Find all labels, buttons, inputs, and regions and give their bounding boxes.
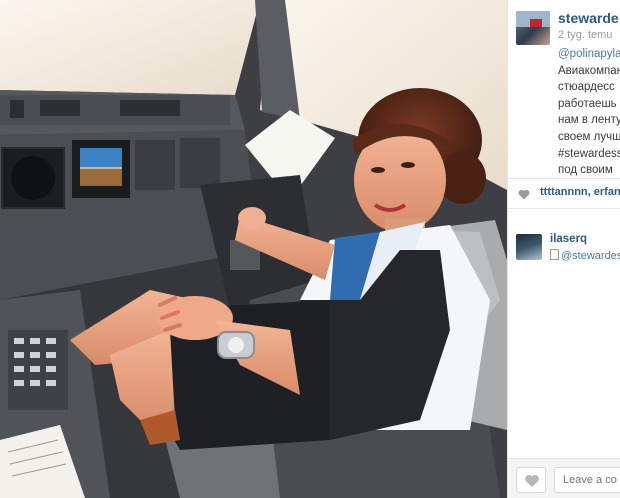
commenter-username[interactable]: ilaserq bbox=[550, 233, 587, 245]
divider bbox=[508, 178, 620, 179]
comment-item: ilaserq @stewardes bbox=[516, 232, 620, 264]
commenter-avatar[interactable] bbox=[516, 234, 542, 260]
like-button[interactable] bbox=[516, 467, 546, 493]
post-header: stewarde 2 tyg. temu bbox=[516, 8, 620, 45]
caption-mention[interactable]: @polinapylae bbox=[558, 46, 620, 63]
caption-line: стюардесс bbox=[558, 81, 615, 94]
caption-line: нам в ленту bbox=[558, 114, 620, 127]
caption-line: своем лучш bbox=[558, 130, 620, 143]
like-heart-icon bbox=[525, 475, 539, 487]
caption-hashtag[interactable]: #stewardess bbox=[558, 146, 620, 163]
comment-mention[interactable]: @stewardes bbox=[561, 250, 620, 262]
author-username[interactable]: stewarde bbox=[558, 10, 619, 26]
post-photo bbox=[0, 0, 507, 498]
post-sidebar: stewarde 2 tyg. temu @polinapylae Авиако… bbox=[507, 0, 620, 498]
caption-line: Авиакомпан bbox=[558, 64, 620, 77]
comment-input[interactable] bbox=[554, 467, 620, 493]
heart-icon bbox=[518, 187, 530, 205]
post-caption: @polinapylae Авиакомпан стюардесс работа… bbox=[558, 46, 620, 179]
likers-list[interactable]: ttttannnn, erfan bbox=[540, 186, 620, 198]
divider bbox=[508, 208, 620, 209]
emoji-placeholder-icon bbox=[550, 249, 559, 260]
caption-line: работаешь bbox=[558, 97, 617, 110]
post-timestamp: 2 tyg. temu bbox=[558, 29, 613, 41]
caption-line: под своим bbox=[558, 164, 613, 177]
comment-footer bbox=[508, 458, 620, 498]
author-avatar[interactable] bbox=[516, 11, 550, 45]
comment-text: @stewardes bbox=[550, 249, 620, 262]
cockpit-photo bbox=[0, 0, 507, 498]
